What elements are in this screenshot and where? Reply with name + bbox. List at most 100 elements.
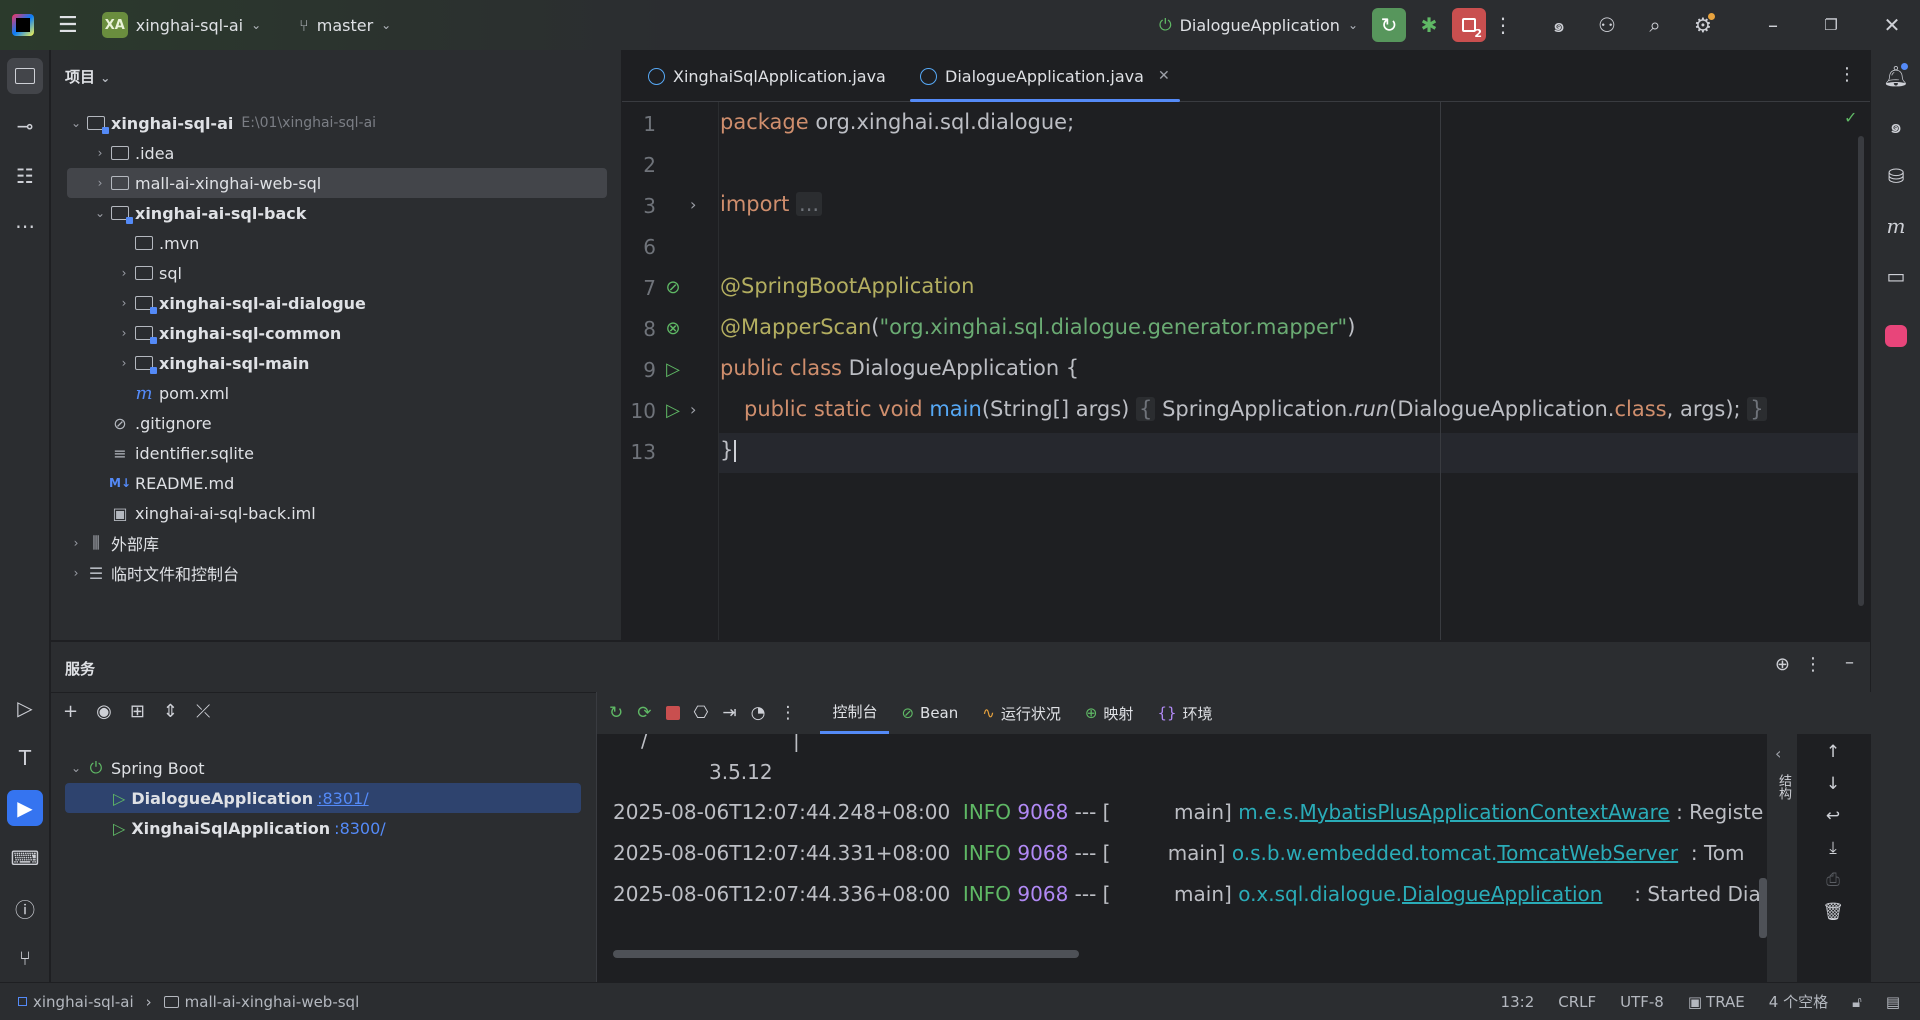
eye-icon[interactable]: ◉ — [96, 701, 112, 722]
tree-item-sql-back[interactable]: ⌄ xinghai-ai-sql-back — [91, 198, 306, 228]
line-separator[interactable]: CRLF — [1558, 993, 1596, 1011]
ai-assistant-button[interactable]: ๑ — [1542, 8, 1576, 42]
tree-item-pom[interactable]: m pom.xml — [115, 378, 229, 408]
trash-icon[interactable]: 🗑︎ — [1822, 902, 1844, 922]
tree-item-mvn[interactable]: .mvn — [115, 228, 199, 258]
plugin-button[interactable] — [1878, 318, 1914, 354]
camera-icon[interactable]: ⎔ — [694, 703, 709, 723]
console-tab-mappings[interactable]: ⊕ 映射 — [1073, 692, 1146, 734]
service-dialogue-application[interactable]: ▷ DialogueApplication :8301/ — [65, 783, 581, 813]
tree-root[interactable]: ⌄ xinghai-sql-ai E:\01\xinghai-sql-ai — [67, 108, 376, 138]
stop-icon[interactable] — [665, 706, 680, 720]
tree-item-main[interactable]: › xinghai-sql-main — [115, 348, 309, 378]
no-problems-check-icon[interactable]: ✓ — [1844, 108, 1857, 127]
run-tool-button[interactable]: ▷ — [7, 690, 43, 726]
tree-item-sql[interactable]: › sql — [115, 258, 182, 288]
endpoints-button[interactable]: ▭ — [1878, 258, 1914, 294]
exit-icon[interactable]: ⇥ — [722, 703, 736, 723]
console-output[interactable]: / | 3.5.12 2025-08-06T12:07:44.248+08:00… — [597, 734, 1777, 983]
tree-item-dialogue[interactable]: › xinghai-sql-ai-dialogue — [115, 288, 366, 318]
branch-switcher[interactable]: ⑂ master ⌄ — [287, 0, 403, 50]
memory-icon[interactable]: ▤ — [1886, 993, 1900, 1011]
console-tab-console[interactable]: 控制台 — [820, 692, 890, 734]
debug-button[interactable]: ✱ — [1412, 8, 1446, 42]
console-tab-health[interactable]: ∿ 运行状况 — [970, 692, 1073, 734]
tree-item-common[interactable]: › xinghai-sql-common — [115, 318, 341, 348]
git-tool-button[interactable]: ⑂ — [7, 940, 43, 976]
tree-item-idea[interactable]: › .idea — [91, 138, 175, 168]
breadcrumb-item[interactable]: xinghai-sql-ai — [33, 993, 134, 1011]
run-main-gutter-icon[interactable]: ▷ — [662, 399, 684, 421]
breadcrumb-item[interactable]: mall-ai-xinghai-web-sql — [185, 993, 360, 1011]
database-button[interactable]: ⛁ — [1878, 158, 1914, 194]
indent-setting[interactable]: 4 个空格 — [1769, 991, 1828, 1012]
chevron-left-icon[interactable]: ‹ — [1775, 744, 1781, 763]
settings-button[interactable]: ⚙ — [1686, 8, 1720, 42]
more-vertical-icon[interactable]: ⋮ — [779, 703, 796, 723]
tab-options-icon[interactable]: ⋮ — [1838, 64, 1856, 85]
close-window-button[interactable]: ✕ — [1864, 8, 1920, 42]
rerun-button[interactable]: ↻ — [1372, 8, 1406, 42]
run-config-selector[interactable]: ⏻ DialogueApplication ⌄ — [1147, 0, 1370, 50]
services-tool-button[interactable]: ▶ — [7, 790, 43, 826]
spring-bean-gutter-icon[interactable]: ⊘ — [662, 276, 684, 298]
run-class-gutter-icon[interactable]: ▷ — [662, 358, 684, 380]
minimize-panel-icon[interactable]: – — [1845, 652, 1854, 673]
more-vertical-icon[interactable]: ⋮ — [1804, 654, 1822, 675]
more-actions-button[interactable]: ⋮ — [1486, 8, 1520, 42]
commit-tool-button[interactable]: ⊸ — [7, 108, 43, 144]
main-menu-button[interactable]: ☰ — [46, 0, 90, 50]
tree-item-readme[interactable]: M↓ README.md — [91, 468, 234, 498]
tree-item-web-sql[interactable]: › mall-ai-xinghai-web-sql — [67, 168, 607, 198]
editor-scrollbar[interactable] — [1858, 136, 1864, 606]
terminal-tool-button[interactable]: ⌨ — [7, 840, 43, 876]
service-port-link[interactable]: :8301/ — [317, 789, 369, 808]
add-icon[interactable]: + — [63, 701, 78, 722]
build-tool-button[interactable]: T — [7, 740, 43, 776]
minimize-button[interactable]: – — [1748, 8, 1798, 42]
file-encoding[interactable]: UTF-8 — [1620, 993, 1664, 1011]
crosshair-icon[interactable]: ⊕ — [1775, 654, 1790, 675]
expand-all-icon[interactable]: ⇕ — [163, 701, 178, 722]
tree-item-scratches[interactable]: › ☰ 临时文件和控制台 — [67, 558, 239, 588]
print-icon[interactable]: ⎙ — [1826, 870, 1840, 890]
rerun-icon[interactable]: ↻ — [609, 703, 623, 723]
structure-tool-button[interactable]: ☷ — [7, 158, 43, 194]
arrow-up-icon[interactable]: ↑ — [1826, 742, 1840, 762]
tree-item-sqlite[interactable]: ≡ identifier.sqlite — [91, 438, 254, 468]
trae-widget[interactable]: ▣ TRAE — [1688, 993, 1745, 1011]
console-hscroll[interactable] — [613, 950, 1079, 958]
problems-tool-button[interactable]: ⓘ — [7, 890, 43, 926]
caret-position[interactable]: 13:2 — [1501, 993, 1535, 1011]
search-everywhere-button[interactable]: ⌕ — [1638, 8, 1672, 42]
console-vscroll[interactable] — [1759, 878, 1767, 938]
fold-chevron-icon[interactable]: › — [690, 195, 696, 214]
code-editor[interactable]: XinghaiSqlApplication.java DialogueAppli… — [622, 50, 1870, 640]
console-tab-environment[interactable]: {} 环境 — [1145, 692, 1224, 734]
gauge-icon[interactable]: ◔ — [751, 703, 766, 723]
soft-wrap-icon[interactable]: ↩ — [1826, 806, 1840, 826]
maven-button[interactable]: m — [1878, 208, 1914, 244]
tree-item-iml[interactable]: ▣ xinghai-ai-sql-back.iml — [91, 498, 315, 528]
unlock-icon[interactable]: 🔓︎ — [1852, 993, 1862, 1011]
tab-xinghai-sql-application[interactable]: XinghaiSqlApplication.java — [630, 50, 904, 102]
ide-logo[interactable] — [0, 0, 46, 50]
tree-item-external-libs[interactable]: › ⫼ 外部库 — [67, 528, 159, 558]
notifications-button[interactable]: 🔔︎ — [1878, 58, 1914, 94]
project-switcher[interactable]: XA xinghai-sql-ai ⌄ — [90, 0, 273, 50]
tab-dialogue-application[interactable]: DialogueApplication.java ✕ — [902, 50, 1188, 102]
console-tab-bean[interactable]: ⊘ Bean — [889, 692, 970, 734]
service-port-link[interactable]: :8300/ — [334, 819, 386, 838]
ai-chat-button[interactable]: ๑ — [1878, 108, 1914, 144]
stop-button[interactable]: 2 — [1452, 8, 1486, 42]
service-xinghai-sql-application[interactable]: ▷ XinghaiSqlApplication :8300/ — [65, 813, 386, 843]
collapse-all-icon[interactable]: ⤫ — [196, 701, 210, 722]
restart-icon[interactable]: ⟳ — [637, 703, 651, 723]
restore-button[interactable]: ❐ — [1806, 8, 1856, 42]
spring-mapper-gutter-icon[interactable]: ⊗ — [662, 317, 684, 339]
structure-side-panel[interactable]: ‹ 结构 — [1767, 734, 1797, 983]
more-tools-button[interactable]: ⋯ — [7, 208, 43, 244]
close-tab-icon[interactable]: ✕ — [1158, 68, 1170, 84]
new-group-icon[interactable]: ⊞ — [130, 701, 145, 722]
tree-item-gitignore[interactable]: ⊘ .gitignore — [91, 408, 211, 438]
